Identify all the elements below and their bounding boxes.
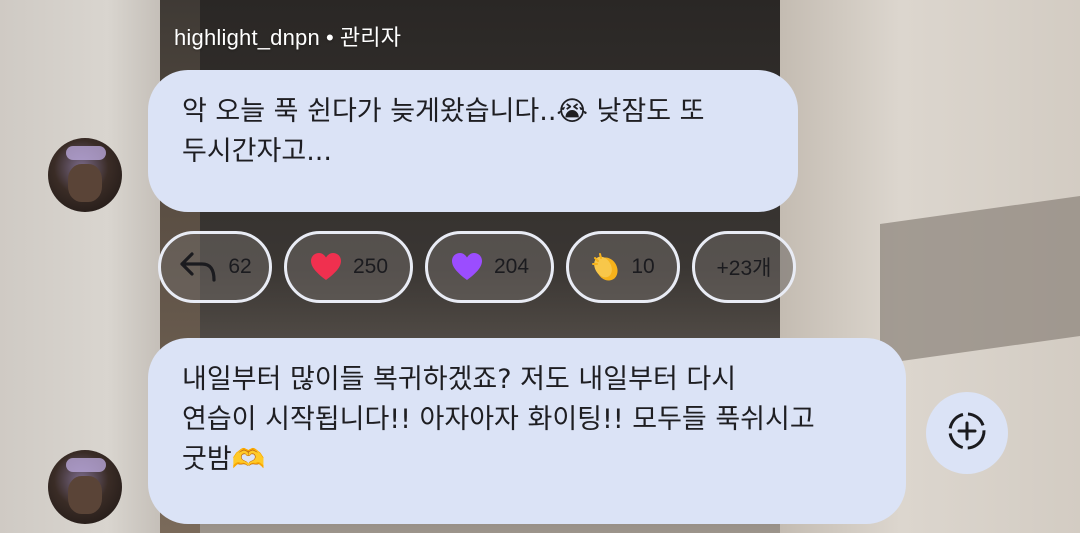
reaction-count: 10 [631,255,655,278]
avatar[interactable] [48,450,122,524]
reaction-count: 250 [352,255,389,278]
message-text-line: 연습이 시작됩니다!! 아자아자 화이팅!! 모두들 푹쉬시고 [182,404,815,435]
red-heart-icon [309,252,343,282]
message-text-line: 굿밤🫶 [182,444,266,475]
more-reactions-count: +23개 [716,257,772,280]
sender-separator: • [325,25,334,50]
reaction-bar: 62 250 204 10 +23개 [158,231,796,303]
message-text-line: 내일부터 많이들 복귀하겠죠? 저도 내일부터 다시 [182,364,737,395]
reply-icon [178,250,218,284]
reaction-chip-purple-heart[interactable]: 204 [425,231,554,303]
purple-heart-icon [450,252,484,282]
clapping-hands-icon [591,252,621,282]
reaction-chip-red-heart[interactable]: 250 [284,231,413,303]
reaction-chip-clap[interactable]: 10 [566,231,680,303]
more-reactions-chip[interactable]: +23개 [692,231,796,303]
message-text-line: 악 오늘 푹 쉰다가 늦게왔습니다..😭 낮잠도 또 [182,96,705,127]
reply-chip[interactable]: 62 [158,231,272,303]
avatar[interactable] [48,138,122,212]
message-bubble[interactable]: 내일부터 많이들 복귀하겠죠? 저도 내일부터 다시 연습이 시작됩니다!! 아… [148,338,906,524]
reply-count: 62 [228,255,252,278]
sender-role: 관리자 [339,25,402,50]
reaction-count: 204 [493,255,530,278]
sender-header: highlight_dnpn • 관리자 [174,20,401,52]
add-reaction-button[interactable] [926,392,1008,474]
sender-name: highlight_dnpn [174,25,320,50]
message-text-line: 두시간자고... [182,136,332,167]
message-bubble[interactable]: 악 오늘 푹 쉰다가 늦게왔습니다..😭 낮잠도 또 두시간자고... [148,70,798,212]
add-reaction-icon [945,409,989,457]
